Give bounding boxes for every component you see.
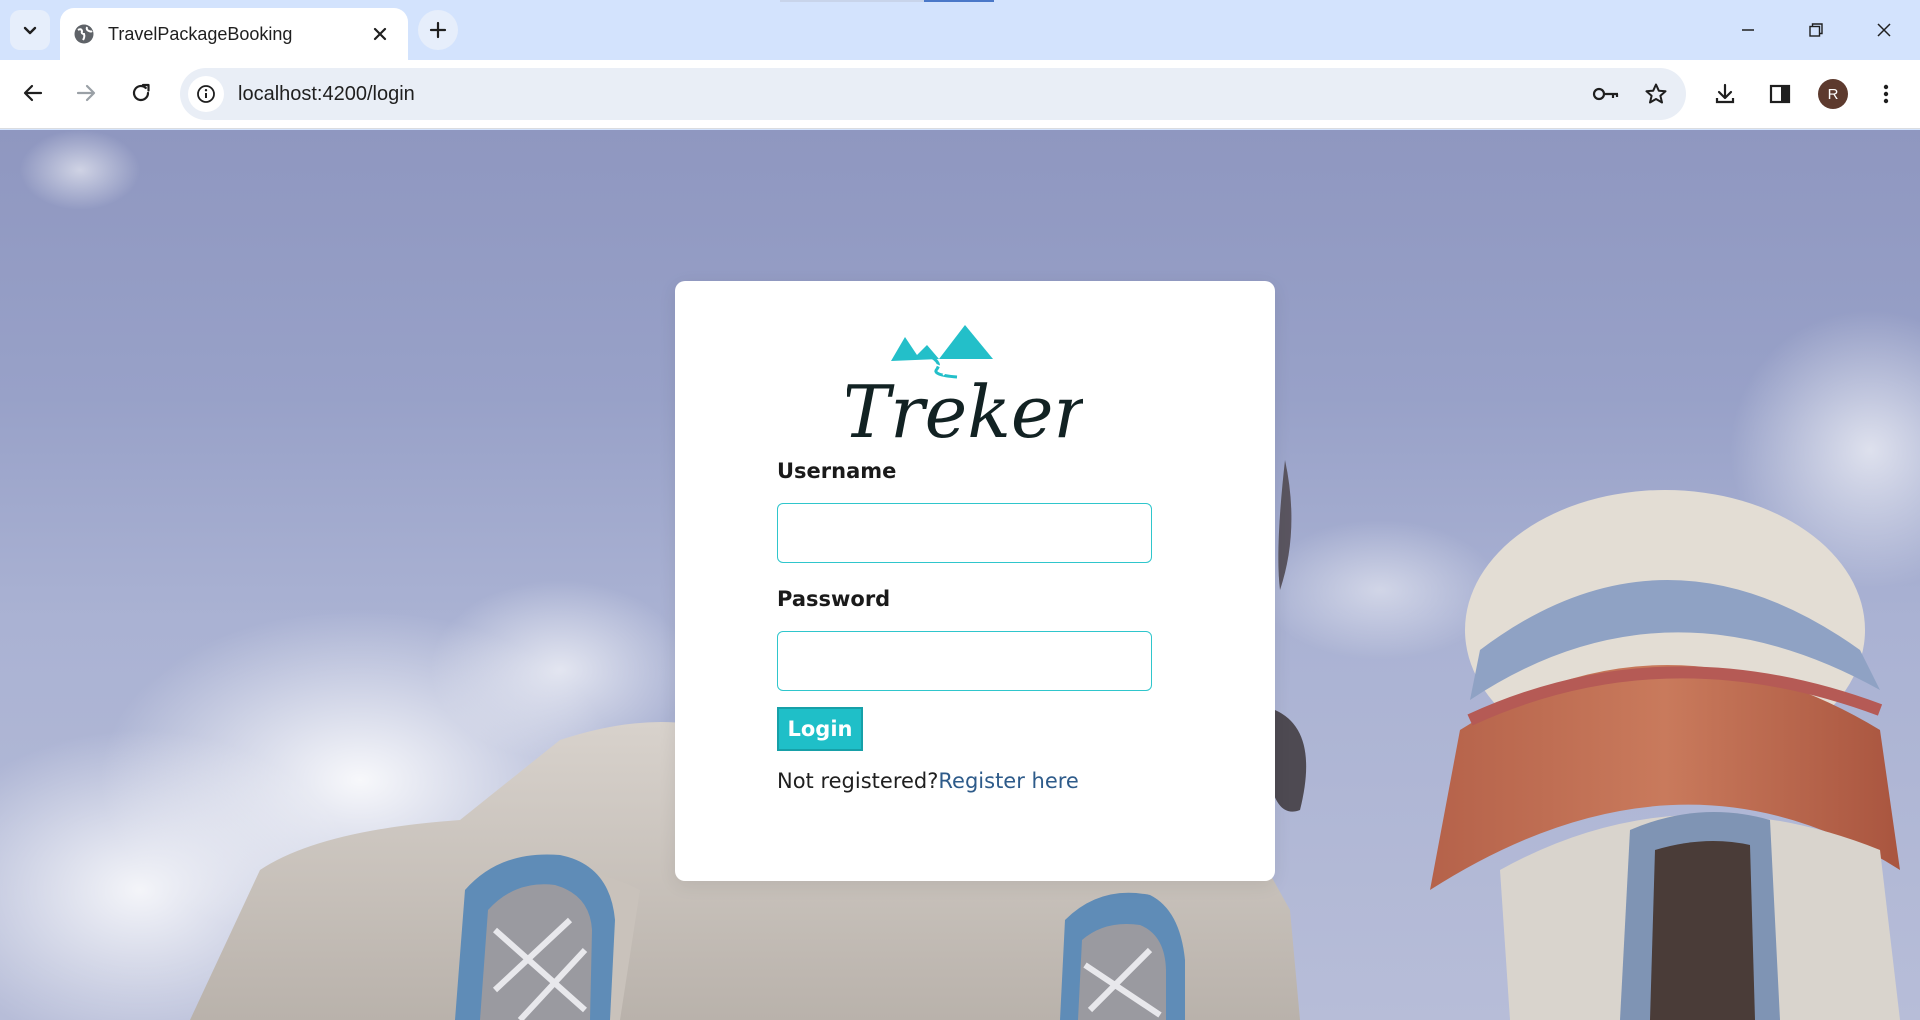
key-icon[interactable] xyxy=(1586,74,1626,114)
tab-search-button[interactable] xyxy=(10,10,50,50)
browser-toolbar: localhost:4200/login R xyxy=(0,60,1920,129)
plus-icon xyxy=(429,21,447,39)
new-tab-button[interactable] xyxy=(418,10,458,50)
profile-button[interactable]: R xyxy=(1813,74,1853,114)
active-tab[interactable]: TravelPackageBooking xyxy=(60,8,408,60)
username-label: Username xyxy=(777,459,897,483)
site-info-icon[interactable] xyxy=(188,76,224,112)
back-arrow-icon xyxy=(23,84,43,102)
reload-button[interactable] xyxy=(121,73,161,113)
svg-text:Treker: Treker xyxy=(847,370,1083,447)
back-button[interactable] xyxy=(13,73,53,113)
star-icon[interactable] xyxy=(1636,74,1676,114)
register-prompt: Not registered?Register here xyxy=(777,769,1157,793)
close-icon[interactable] xyxy=(366,20,394,48)
login-card: Treker Username Password Login Not regis… xyxy=(675,281,1275,881)
address-bar[interactable]: localhost:4200/login xyxy=(180,68,1686,120)
side-panel-icon xyxy=(1769,84,1791,104)
forward-arrow-icon xyxy=(76,84,96,102)
reload-icon xyxy=(132,83,150,102)
login-button[interactable]: Login xyxy=(777,707,863,751)
kebab-menu-icon xyxy=(1883,84,1889,104)
tab-strip: TravelPackageBooking xyxy=(0,0,1920,60)
close-window-button[interactable] xyxy=(1858,8,1910,52)
login-form: Username Password Login Not registered?R… xyxy=(777,459,1157,793)
password-input[interactable] xyxy=(777,631,1152,691)
tab-group-marker-active xyxy=(924,0,994,2)
minimize-icon xyxy=(1742,29,1754,31)
restore-icon xyxy=(1809,23,1823,37)
tab-search-icon xyxy=(23,26,37,35)
page-viewport: Treker Username Password Login Not regis… xyxy=(0,130,1920,1020)
password-label: Password xyxy=(777,587,891,611)
url-text[interactable]: localhost:4200/login xyxy=(238,83,1586,106)
close-window-icon xyxy=(1877,23,1891,37)
register-link[interactable]: Register here xyxy=(938,769,1078,793)
minimize-button[interactable] xyxy=(1722,8,1774,52)
treker-logo: Treker xyxy=(847,325,1083,447)
menu-button[interactable] xyxy=(1866,74,1906,114)
not-registered-text: Not registered? xyxy=(777,769,939,793)
download-button[interactable] xyxy=(1705,74,1745,114)
username-input[interactable] xyxy=(777,503,1152,563)
restore-button[interactable] xyxy=(1790,8,1842,52)
download-icon xyxy=(1715,83,1735,104)
side-panel-button[interactable] xyxy=(1760,74,1800,114)
forward-button[interactable] xyxy=(66,73,106,113)
avatar: R xyxy=(1818,79,1848,109)
tab-title: TravelPackageBooking xyxy=(108,23,293,44)
globe-icon xyxy=(72,22,96,46)
